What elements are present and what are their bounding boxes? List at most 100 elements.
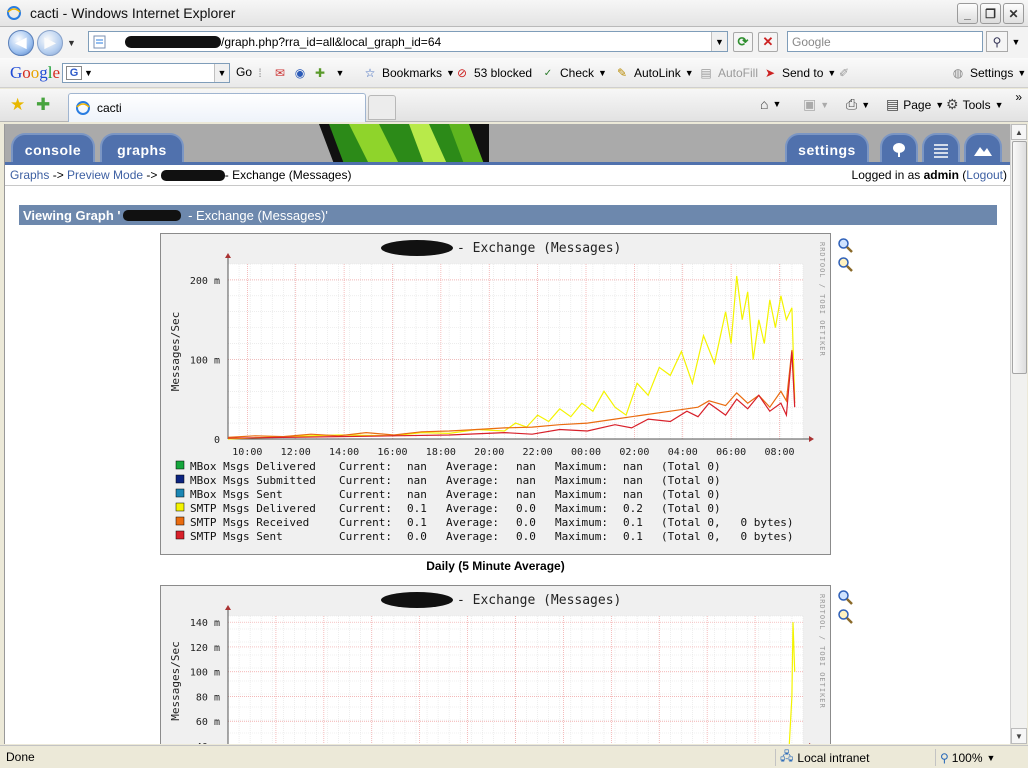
tools-menu-button[interactable]: ⚙ Tools ▼ xyxy=(946,96,1004,113)
more-dropdown-icon[interactable]: ▼ xyxy=(332,65,348,81)
zoom-level[interactable]: ⚲ 100% ▼ xyxy=(935,749,1025,766)
google-settings-button[interactable]: ◍ Settings ▼ xyxy=(950,65,1027,81)
google-toolbar: Google G ▼ ▼ Go ⁞ ✉ ◉ ✚ ▼ ☆ Bookmarks ▼ ⊘… xyxy=(0,58,1028,88)
legend-text: Current: xyxy=(339,474,392,487)
tab-label: cacti xyxy=(97,101,122,115)
legend-text: 0.1 xyxy=(407,502,427,515)
highlight-button[interactable]: ✐ xyxy=(836,65,852,81)
tree-view-button[interactable] xyxy=(880,133,918,164)
home-button[interactable]: ⌂ ▼ xyxy=(760,96,781,112)
gadget-icon[interactable]: ✚ xyxy=(312,65,328,81)
zoom-out-icon[interactable] xyxy=(837,256,853,272)
tab-settings[interactable]: settings xyxy=(785,133,869,164)
legend-text: MBox Msgs Submitted xyxy=(190,474,316,487)
zoom-in-icon[interactable] xyxy=(837,589,853,605)
search-options-icon[interactable]: ▼ xyxy=(1010,31,1022,52)
news-icon[interactable]: ✉ xyxy=(272,65,288,81)
autofill-button[interactable]: ▤ AutoFill xyxy=(698,65,758,81)
address-dropdown-icon[interactable]: ▼ xyxy=(711,32,727,51)
history-dropdown-icon[interactable]: ▼ xyxy=(67,38,79,48)
title-host-redaction xyxy=(381,240,453,256)
page-viewport: console graphs settings Graphs -> Previe… xyxy=(4,124,1010,744)
autolink-button[interactable]: ✎ AutoLink ▼ xyxy=(614,65,694,81)
add-favorite-icon[interactable]: ✚ xyxy=(36,95,50,115)
legend-text: nan xyxy=(407,474,427,487)
legend-text: nan xyxy=(516,474,536,487)
toolbar-icons[interactable]: ⁞ ✉ ◉ ✚ ▼ xyxy=(252,65,348,81)
google-go-button[interactable]: Go xyxy=(236,65,252,79)
tab-graphs[interactable]: graphs xyxy=(100,133,184,164)
scroll-down-icon[interactable]: ▼ xyxy=(1011,728,1027,744)
google-logo: Google xyxy=(10,62,61,82)
list-view-button[interactable] xyxy=(922,133,960,164)
maximize-button[interactable]: ❐ xyxy=(980,3,1001,24)
google-search-input[interactable]: G ▼ ▼ xyxy=(62,63,230,83)
x-tick-label: 10:00 xyxy=(232,447,262,458)
stop-button[interactable]: ✕ xyxy=(758,32,778,52)
legend-text: SMTP Msgs Delivered xyxy=(190,502,316,515)
legend-text: nan xyxy=(407,460,427,473)
scroll-thumb[interactable] xyxy=(1012,141,1027,374)
x-tick-label: 14:00 xyxy=(329,447,359,458)
back-button[interactable]: ◀ xyxy=(8,29,34,56)
sendto-button[interactable]: ➤ Send to ▼ xyxy=(762,65,836,81)
legend-text: Current: xyxy=(339,460,392,473)
popup-blocker-button[interactable]: ⊘ 53 blocked xyxy=(454,65,532,81)
legend-swatch xyxy=(175,460,185,470)
preview-view-button[interactable] xyxy=(964,133,1002,164)
favorites-star-icon[interactable]: ★ xyxy=(10,95,25,115)
zoom-in-icon[interactable] xyxy=(837,237,853,253)
scroll-up-icon[interactable]: ▲ xyxy=(1011,124,1027,140)
chevron-more-icon[interactable]: » xyxy=(1015,90,1022,104)
window-titlebar: cacti - Windows Internet Explorer _ ❐ ✕ xyxy=(0,0,1028,27)
tab-cacti[interactable]: cacti xyxy=(68,93,366,122)
y-axis-arrow xyxy=(225,253,231,258)
url-redaction xyxy=(125,35,221,48)
breadcrumb-graphs-link[interactable]: Graphs xyxy=(10,168,49,182)
settings-circle-icon: ◍ xyxy=(952,66,964,80)
cacti-header: console graphs settings xyxy=(5,124,1010,165)
forward-button[interactable]: ▶ xyxy=(37,29,63,56)
legend-text: Maximum: xyxy=(555,530,608,543)
tab-console[interactable]: console xyxy=(11,133,95,164)
legend-text: Average: xyxy=(446,460,499,473)
globe-icon[interactable]: ◉ xyxy=(292,65,308,81)
bookmarks-button[interactable]: ☆ Bookmarks ▼ xyxy=(362,65,455,81)
page-icon xyxy=(93,35,106,48)
breadcrumb-preview-link[interactable]: Preview Mode xyxy=(67,168,143,182)
new-tab-button[interactable] xyxy=(368,95,396,120)
legend-text: Average: xyxy=(446,530,499,543)
x-tick-label: 20:00 xyxy=(474,447,504,458)
minimize-button[interactable]: _ xyxy=(957,3,978,24)
zone-indicator[interactable]: 🖧 Local intranet xyxy=(775,749,930,766)
google-search-dropdown-icon[interactable]: ▼ xyxy=(214,64,229,82)
live-search-input[interactable]: Google xyxy=(787,31,983,52)
star-icon: ☆ xyxy=(364,66,376,80)
y-tick-label: 100 m xyxy=(190,668,220,679)
feeds-button[interactable]: ▣ ▼ xyxy=(803,96,829,113)
print-button[interactable]: ⎙ ▼ xyxy=(846,96,870,113)
intranet-icon: 🖧 xyxy=(780,749,794,763)
legend-text: nan xyxy=(516,488,536,501)
graph-weekly[interactable]: - Exchange (Messages) RRDTOOL / TOBI OETI… xyxy=(160,585,831,744)
page-menu-button[interactable]: ▤ Page ▼ xyxy=(886,96,944,113)
logout-link[interactable]: Logout xyxy=(966,168,1003,182)
graph-title: - Exchange (Messages) xyxy=(457,593,621,608)
legend-swatch xyxy=(175,474,185,484)
close-button[interactable]: ✕ xyxy=(1003,3,1024,24)
graph-daily[interactable]: - Exchange (Messages) RRDTOOL / TOBI OETI… xyxy=(160,233,831,555)
zoom-out-icon[interactable] xyxy=(837,608,853,624)
rrdtool-credit: RRDTOOL / TOBI OETIKER xyxy=(818,594,826,709)
header-host-redaction xyxy=(123,209,182,221)
rss-icon: ▣ xyxy=(803,96,817,112)
search-icon[interactable]: ⚲ xyxy=(986,31,1008,52)
spellcheck-button[interactable]: ✓ Check ▼ xyxy=(540,65,607,81)
vertical-scrollbar[interactable]: ▲ ▼ xyxy=(1010,124,1027,744)
x-axis-arrow xyxy=(809,436,814,442)
refresh-button[interactable]: ⟳ xyxy=(733,32,753,52)
x-tick-label: 22:00 xyxy=(523,447,553,458)
y-tick-label: 60 m xyxy=(196,717,220,728)
address-field[interactable]: /graph.php?rra_id=all&local_graph_id=64 … xyxy=(88,31,728,52)
mountain-icon xyxy=(974,146,992,156)
title-host-redaction xyxy=(381,592,453,608)
